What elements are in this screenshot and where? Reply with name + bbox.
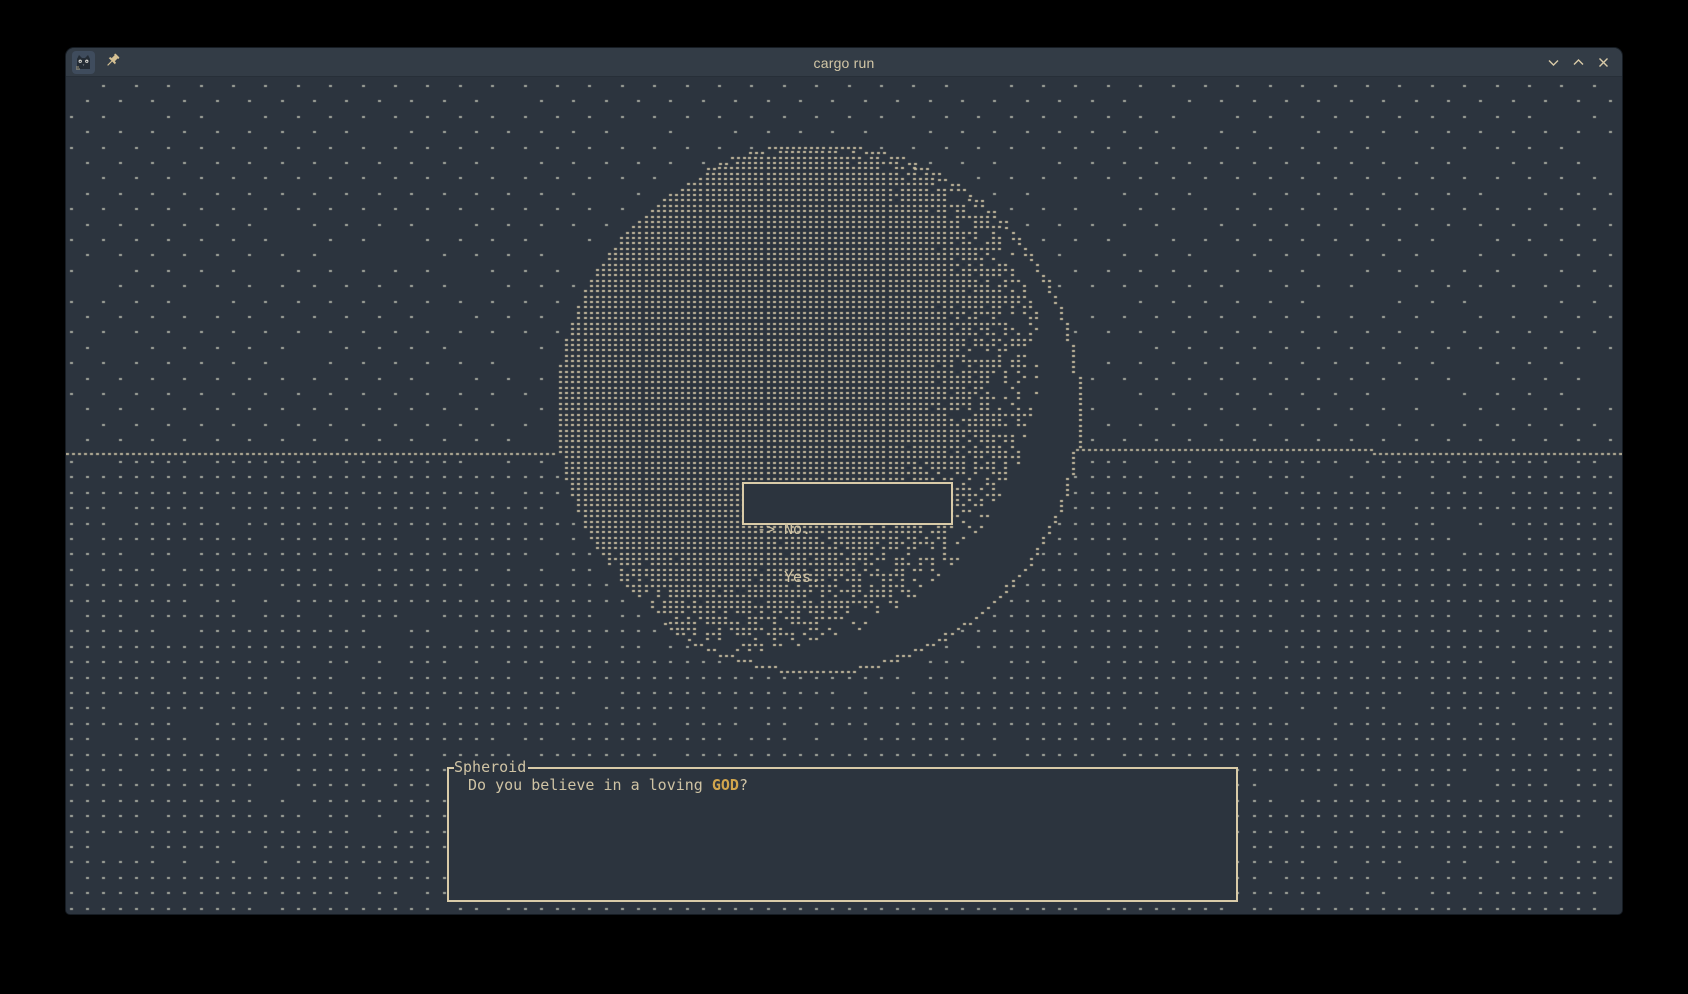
option-label: No. [784, 521, 811, 537]
question-text: Do you believe in a loving GOD? [449, 769, 1236, 793]
spheroid-panel: Spheroid Do you believe in a loving GOD? [447, 767, 1238, 902]
menu-option-yes[interactable]: Yes. [757, 569, 951, 585]
minimize-chevron-down-icon[interactable] [1546, 56, 1560, 70]
maximize-chevron-up-icon[interactable] [1571, 56, 1585, 70]
selection-arrow: -> [757, 521, 784, 537]
choice-menu: -> No. Yes. [742, 482, 953, 525]
question-emphasis: GOD [712, 776, 739, 794]
window-title: cargo run [66, 48, 1622, 77]
close-x-icon[interactable] [1596, 56, 1610, 70]
terminal-content: -> No. Yes. Spheroid Do you believe in a… [66, 77, 1622, 914]
titlebar: cargo run [66, 48, 1622, 77]
terminal-window: cargo run -> No. Yes. Spheroid D [66, 48, 1622, 914]
option-label: Yes. [784, 569, 820, 585]
panel-title: Spheroid [454, 759, 528, 775]
menu-option-no[interactable]: -> No. [757, 521, 951, 537]
